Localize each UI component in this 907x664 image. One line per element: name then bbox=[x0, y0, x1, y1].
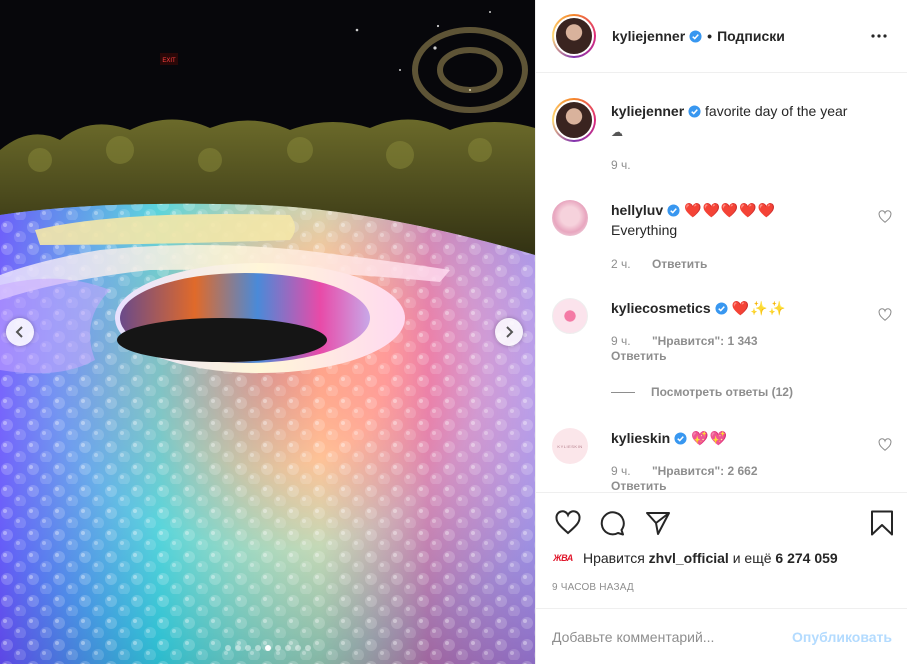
header-separator: • bbox=[707, 28, 713, 44]
comment-username[interactable]: kylieskin bbox=[611, 430, 670, 446]
carousel-dot bbox=[254, 645, 261, 651]
post-panel: kyliejenner • Подписки kyliejenner favor… bbox=[535, 0, 907, 664]
comment-username[interactable]: hellyluv bbox=[611, 202, 663, 218]
liker-username[interactable]: zhvl_official bbox=[649, 550, 729, 566]
post-timestamp[interactable]: 9 ЧАСОВ НАЗАД bbox=[552, 582, 634, 593]
carousel-dot bbox=[304, 645, 311, 651]
bookmark-icon[interactable] bbox=[868, 509, 896, 537]
carousel-dot bbox=[244, 645, 251, 651]
comment-time[interactable]: 9 ч. bbox=[611, 464, 631, 478]
comment-input[interactable] bbox=[552, 628, 793, 645]
caption-emoji: ☁ bbox=[611, 125, 623, 139]
action-bar bbox=[536, 492, 907, 552]
comment-avatar[interactable] bbox=[552, 298, 588, 334]
verified-icon bbox=[674, 432, 687, 445]
liker-avatar[interactable]: ЖВА bbox=[552, 549, 574, 567]
carousel-prev-button[interactable] bbox=[6, 318, 34, 346]
likes-count[interactable]: 6 274 059 bbox=[775, 550, 837, 566]
view-replies-label: Посмотреть ответы (12) bbox=[651, 385, 793, 399]
comment-like-icon[interactable] bbox=[878, 438, 892, 452]
verified-icon bbox=[688, 105, 701, 118]
carousel-dot bbox=[234, 645, 241, 651]
carousel-dot bbox=[264, 645, 271, 651]
post-media[interactable]: EXIT bbox=[0, 0, 535, 664]
exit-sign: EXIT bbox=[162, 58, 176, 64]
chevron-left-icon bbox=[15, 326, 23, 338]
carousel-dot bbox=[294, 645, 301, 651]
verified-icon bbox=[715, 302, 728, 315]
comment-text-line2: Everything bbox=[611, 222, 678, 238]
comment-likes[interactable]: "Нравится": 1 343 bbox=[652, 334, 758, 348]
author-avatar[interactable] bbox=[552, 14, 596, 58]
carousel-dot bbox=[274, 645, 281, 651]
caption-avatar[interactable] bbox=[552, 98, 596, 142]
likes-middle: и ещё bbox=[732, 550, 772, 566]
share-icon[interactable] bbox=[644, 509, 672, 537]
comment-text: 💖💖 bbox=[691, 430, 728, 446]
avatar-logo-text: KYLIESKIN bbox=[557, 443, 583, 449]
reply-button[interactable]: Ответить bbox=[652, 257, 707, 271]
verified-icon bbox=[667, 204, 680, 217]
comment-avatar[interactable] bbox=[552, 200, 588, 236]
heart-icon[interactable] bbox=[554, 509, 582, 537]
likes-prefix: Нравится bbox=[583, 550, 645, 566]
comment-time[interactable]: 2 ч. bbox=[611, 257, 631, 271]
carousel-dot bbox=[224, 645, 231, 651]
post-header: kyliejenner • Подписки bbox=[536, 0, 907, 73]
comment-composer: Опубликовать bbox=[536, 608, 907, 664]
reply-button[interactable]: Ответить bbox=[611, 479, 666, 492]
comment-likes[interactable]: "Нравится": 2 662 bbox=[652, 464, 758, 478]
carousel-indicator bbox=[0, 645, 535, 651]
comment-icon[interactable] bbox=[598, 509, 626, 537]
verified-icon bbox=[689, 29, 702, 43]
more-icon bbox=[871, 34, 887, 38]
comment-like-icon[interactable] bbox=[878, 308, 892, 322]
comment-avatar[interactable]: KYLIESKIN bbox=[552, 428, 588, 464]
author-username[interactable]: kyliejenner bbox=[612, 28, 685, 44]
reply-button[interactable]: Ответить bbox=[611, 349, 666, 363]
comments-list[interactable]: kyliejenner favorite day of the year ☁ 9… bbox=[536, 74, 907, 492]
publish-button[interactable]: Опубликовать bbox=[792, 629, 892, 645]
carousel-next-button[interactable] bbox=[495, 318, 523, 346]
follow-button[interactable]: Подписки bbox=[717, 28, 785, 44]
view-replies-button[interactable]: Посмотреть ответы (12) bbox=[611, 385, 793, 399]
carousel-dot bbox=[284, 645, 291, 651]
caption-username[interactable]: kyliejenner bbox=[611, 103, 684, 119]
likes-summary: ЖВА Нравится zhvl_official и ещё 6 274 0… bbox=[552, 549, 837, 567]
caption-text: favorite day of the year bbox=[705, 103, 848, 119]
chevron-right-icon bbox=[506, 326, 514, 338]
post-photo: EXIT bbox=[0, 0, 535, 664]
view-replies-line bbox=[611, 391, 635, 393]
more-options-button[interactable] bbox=[867, 24, 891, 48]
caption-time[interactable]: 9 ч. bbox=[611, 158, 631, 172]
comment-text: ❤️✨✨ bbox=[731, 300, 787, 316]
comment-time[interactable]: 9 ч. bbox=[611, 334, 631, 348]
comment-like-icon[interactable] bbox=[878, 210, 892, 224]
comment-text: ❤️❤️❤️❤️❤️ bbox=[684, 202, 777, 218]
comment-username[interactable]: kyliecosmetics bbox=[611, 300, 711, 316]
